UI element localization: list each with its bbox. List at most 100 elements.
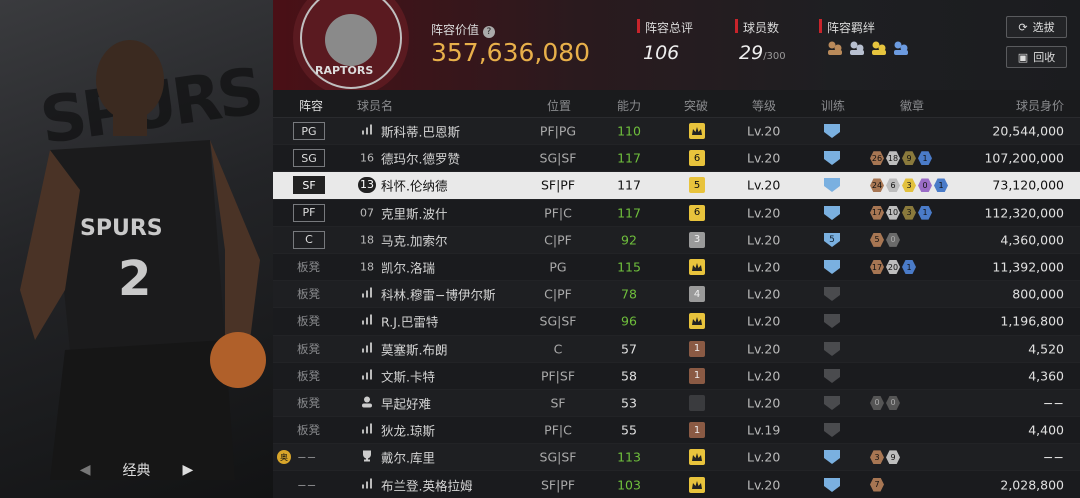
player-row[interactable]: SG 16 德玛尔.德罗赞 SG|SF 117 6 Lv.20 26 18 9 1 107,200,0… [273,145,1080,173]
player-table: PG 斯科蒂.巴恩斯 PF|PG 110 Lv.20 20,544,000 SG 16 德玛尔.… [273,118,1080,498]
player-ability: 92 [621,232,637,248]
player-position: SG|SF [539,449,577,465]
bars-icon [358,342,376,355]
player-row[interactable]: 板凳 科林.穆雷−博伊尔斯 C|PF 78 4 Lv.20 800,000 [273,281,1080,309]
chem-gold-icon [872,41,886,55]
select-button[interactable]: ⟳ 选拔 [1006,16,1067,38]
player-row[interactable]: 板凳 早起好难 SF 53 Lv.20 0 0 −− [273,389,1080,418]
player-level: Lv.20 [747,123,781,139]
lineup-slot-badge[interactable]: PF [293,203,325,222]
col-name[interactable]: 球员名 [357,97,393,114]
jersey-number: 2 [118,251,151,307]
skill-badge: 6 [886,178,900,193]
prev-arrow-icon[interactable]: ◀ [80,462,91,478]
breakthrough-badge: 1 [689,340,705,357]
chem-bronze-icon [828,41,842,55]
col-badge[interactable]: 徽章 [900,97,924,114]
skill-badge: 9 [886,450,900,465]
player-level: Lv.20 [747,368,781,384]
player-level: Lv.20 [747,177,781,193]
badge-list[interactable]: 26 18 9 1 [870,151,932,166]
col-value[interactable]: 球员身价 [1016,97,1064,114]
player-name: 戴尔.库里 [381,450,435,466]
training-crown-icon [822,259,842,275]
col-breakthrough[interactable]: 突破 [684,97,708,114]
player-row[interactable]: 板凳 文斯.卡特 PF|SF 58 1 Lv.20 4,360 [273,362,1080,390]
player-row[interactable]: 板凳 莫塞斯.布朗 C 57 1 Lv.20 4,520 [273,335,1080,363]
skill-badge: 7 [870,477,884,492]
lineup-slot-badge[interactable]: PG [293,122,325,141]
skill-badge: 26 [870,151,884,166]
col-training[interactable]: 训练 [821,97,845,114]
bars-icon [358,124,376,138]
next-arrow-icon[interactable]: ▶ [183,462,194,478]
player-row[interactable]: SF 13 科怀.伦纳德 SF|PF 117 5 Lv.20 24 6 3 0 1 73,120,000 [273,172,1080,200]
player-market-value: 11,392,000 [992,259,1064,275]
overall-marker [637,19,640,33]
bench-label: 板凳 [297,395,320,410]
col-ability[interactable]: 能力 [617,97,641,114]
lineup-slot-badge[interactable]: SG [293,149,325,168]
player-level: Lv.20 [747,477,781,493]
help-icon[interactable]: ? [482,26,495,38]
chemistry-icons[interactable] [826,40,910,56]
badge-list[interactable]: 7 [870,477,884,492]
recycle-button[interactable]: ▣ 回收 [1006,46,1067,68]
player-row[interactable]: PG 斯科蒂.巴恩斯 PF|PG 110 Lv.20 20,544,000 [273,118,1080,146]
training-empty-icon [822,395,842,411]
player-market-value: 2,028,800 [1000,477,1064,493]
card-style-switcher: ◀ 经典 ▶ [0,452,273,488]
player-market-value: 73,120,000 [992,177,1064,193]
skill-badge: 10 [886,205,900,220]
player-row[interactable]: 板凳 18 凯尔.洛瑞 PG 115 Lv.20 17 20 1 11,392,000 [273,253,1080,282]
player-position: SF [550,395,566,411]
breakthrough-badge: 6 [689,204,705,221]
player-ability: 53 [621,395,637,411]
skill-badge: 3 [902,205,916,220]
col-position[interactable]: 位置 [547,97,571,114]
player-ability: 117 [617,205,641,221]
player-name: 莫塞斯.布朗 [381,342,448,358]
badge-list[interactable]: 17 20 1 [870,260,916,275]
player-portrait[interactable]: SPURS 2 [10,40,270,480]
bench-label: −− [297,450,317,465]
logo-text: RAPTORS [315,64,373,77]
badge-list[interactable]: 24 6 3 0 1 [870,178,948,193]
player-position: SG|SF [539,150,577,166]
bench-label: 板凳 [297,314,320,329]
skill-badge: 3 [902,178,916,193]
skill-badge: 0 [886,395,900,410]
player-row[interactable]: PF 07 克里斯.波什 PF|C 117 6 Lv.20 17 10 3 1 112,320,000 [273,199,1080,227]
player-market-value: 4,360 [1028,368,1064,384]
player-position: C|PF [544,232,572,248]
bench-label: 板凳 [297,260,320,275]
player-market-value: 112,320,000 [984,205,1064,221]
player-position: PF|PG [539,123,577,139]
col-lineup[interactable]: 阵容 [299,97,323,114]
player-market-value: 1,196,800 [1000,313,1064,329]
skill-badge: 1 [918,151,932,166]
side-marker-icon: 奥 [277,450,291,465]
player-row[interactable]: −− 布兰登.英格拉姆 SF|PF 103 Lv.20 7 2,028,800 [273,471,1080,498]
training-crown-icon [822,205,842,221]
player-level: Lv.20 [747,286,781,302]
badge-list[interactable]: 17 10 3 1 [870,205,932,220]
badge-list[interactable]: 00 [870,395,900,410]
crown-icon [689,313,705,330]
person-icon [358,395,376,410]
skill-badge: 0 [886,232,900,247]
crown-icon [689,476,705,493]
crown-icon [689,123,705,140]
lineup-slot-badge[interactable]: SF [293,176,325,195]
player-row[interactable]: 板凳 狄龙.琼斯 PF|C 55 1 Lv.19 4,400 [273,417,1080,445]
player-name: R.J.巴雷特 [381,314,439,330]
player-row[interactable]: −− 奥 戴尔.库里 SG|SF 113 Lv.20 3 9 −− [273,444,1080,472]
badge-list[interactable]: 39 [870,450,900,465]
lineup-slot-badge[interactable]: C [293,230,325,249]
player-row[interactable]: C 18 马克.加索尔 C|PF 92 3 Lv.20 5 5 0 4,360,000 [273,226,1080,254]
jersey-number: 18 [360,233,374,247]
player-level: Lv.20 [747,232,781,248]
badge-list[interactable]: 50 [870,232,900,247]
col-level[interactable]: 等级 [752,97,776,114]
player-row[interactable]: 板凳 R.J.巴雷特 SG|SF 96 Lv.20 1,196,800 [273,308,1080,336]
